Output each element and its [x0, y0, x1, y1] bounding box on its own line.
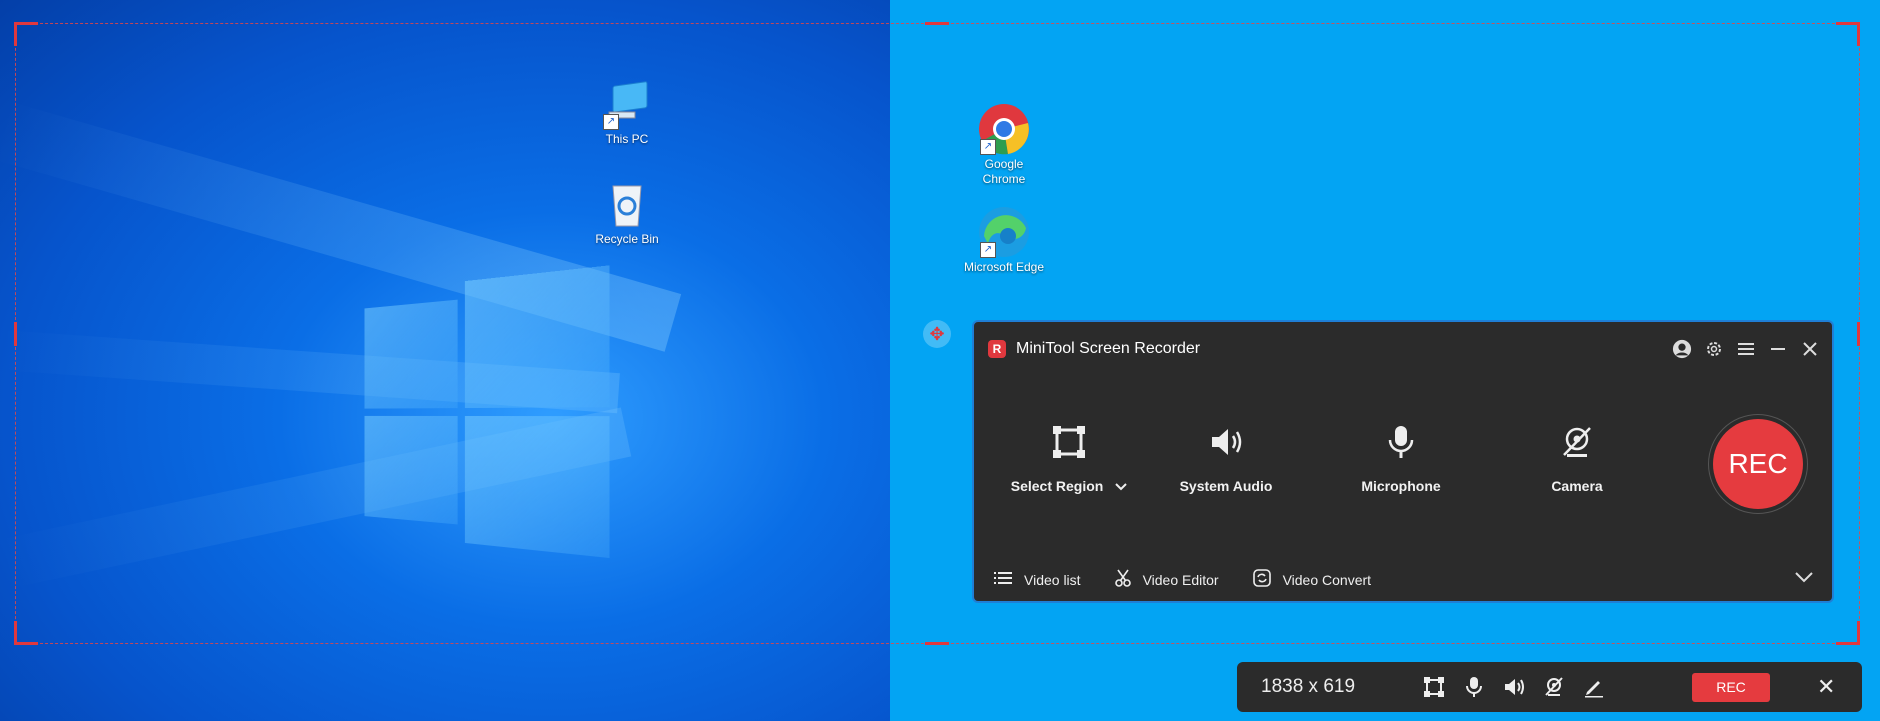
region-dimensions: 1838 x 619 [1261, 676, 1356, 697]
menu-icon[interactable] [1736, 339, 1756, 359]
select-region-button[interactable]: Select Region [994, 422, 1144, 494]
convert-icon [1252, 569, 1271, 590]
microphone-icon[interactable] [1463, 676, 1485, 698]
video-editor-link[interactable]: Video Editor [1114, 569, 1219, 590]
select-region-icon [994, 422, 1144, 462]
title-bar[interactable]: R MiniTool Screen Recorder [988, 334, 1820, 364]
app-title: MiniTool Screen Recorder [1016, 340, 1201, 357]
selection-handle[interactable] [14, 621, 17, 645]
microphone-button[interactable]: Microphone [1326, 422, 1476, 494]
select-region-icon[interactable] [1423, 676, 1445, 698]
video-convert-link[interactable]: Video Convert [1252, 569, 1372, 590]
minimize-icon[interactable] [1768, 339, 1788, 359]
video-editor-label: Video Editor [1142, 571, 1219, 588]
move-icon[interactable]: ✥ [923, 320, 951, 348]
selection-handle[interactable] [1857, 22, 1860, 46]
settings-gear-icon[interactable] [1704, 339, 1724, 359]
selection-handle[interactable] [1857, 322, 1860, 346]
selection-handle[interactable] [925, 642, 949, 645]
camera-off-icon[interactable] [1543, 676, 1565, 698]
chevron-down-icon[interactable] [1115, 478, 1127, 494]
selection-handle[interactable] [14, 322, 17, 346]
list-icon [994, 571, 1012, 588]
account-icon[interactable] [1672, 339, 1692, 359]
recording-toolbar: 1838 x 619 REC ✕ [1237, 662, 1862, 712]
camera-button[interactable]: Camera [1502, 422, 1652, 494]
scissors-icon [1114, 569, 1131, 590]
camera-off-icon [1502, 422, 1652, 462]
video-convert-label: Video Convert [1282, 571, 1372, 588]
speaker-icon[interactable] [1503, 676, 1525, 698]
app-logo: R [988, 340, 1006, 358]
close-icon[interactable]: ✕ [1817, 674, 1835, 700]
pen-draw-icon[interactable] [1583, 676, 1605, 698]
selection-handle[interactable] [14, 22, 17, 46]
camera-label: Camera [1551, 478, 1603, 494]
selection-handle[interactable] [1857, 621, 1860, 645]
microphone-label: Microphone [1361, 478, 1441, 494]
video-list-link[interactable]: Video list [994, 571, 1081, 588]
video-list-label: Video list [1024, 571, 1081, 588]
selection-handle[interactable] [925, 22, 949, 25]
selection-handle[interactable] [14, 22, 38, 25]
close-icon[interactable] [1800, 339, 1820, 359]
select-region-label: Select Region [1010, 478, 1104, 494]
microphone-icon [1326, 422, 1476, 462]
expand-chevron-icon[interactable] [1794, 570, 1814, 588]
speaker-icon [1151, 422, 1301, 462]
system-audio-label: System Audio [1179, 478, 1273, 494]
selection-handle[interactable] [14, 642, 38, 645]
screen-recorder-window: R MiniTool Screen Recorder Select Region [972, 320, 1834, 603]
toolbar-rec-button[interactable]: REC [1692, 673, 1770, 702]
rec-button[interactable]: REC [1713, 419, 1803, 509]
system-audio-button[interactable]: System Audio [1151, 422, 1301, 494]
